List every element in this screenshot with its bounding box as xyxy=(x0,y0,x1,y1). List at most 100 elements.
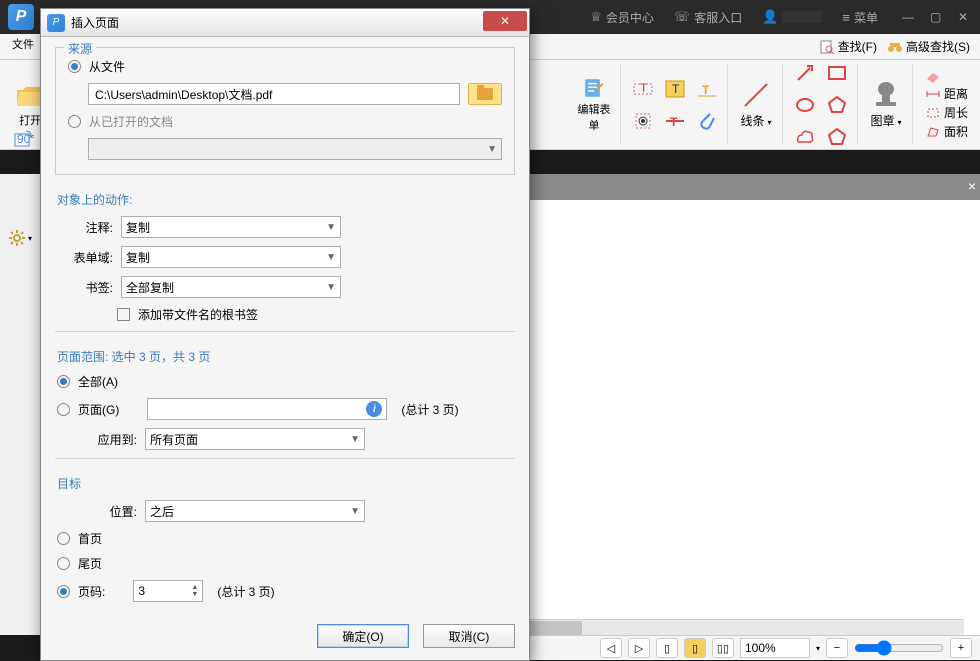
position-select[interactable]: 之后▼ xyxy=(145,500,365,522)
eraser-icon xyxy=(925,69,941,83)
page-number-spinner[interactable]: 3 ▲▼ xyxy=(133,580,203,602)
from-open-label: 从已打开的文档 xyxy=(89,113,173,130)
cancel-button[interactable]: 取消(C) xyxy=(423,624,515,648)
perimeter-icon xyxy=(925,106,941,120)
chevron-down-icon: ▼ xyxy=(326,252,336,263)
page-layout-single[interactable]: ▯ xyxy=(656,638,678,658)
rotate-icon[interactable]: 90° xyxy=(12,128,34,150)
close-button[interactable]: ✕ xyxy=(958,10,972,24)
from-file-label: 从文件 xyxy=(89,58,125,75)
app-logo-icon: P xyxy=(8,4,34,30)
paperclip-icon xyxy=(696,110,718,132)
chevron-down-icon: ▾ xyxy=(898,118,902,127)
perimeter-label: 周长 xyxy=(944,104,968,121)
prev-page-button[interactable]: ◁ xyxy=(600,638,622,658)
from-file-radio[interactable] xyxy=(68,60,81,73)
ellipse-tool[interactable] xyxy=(791,91,819,119)
zoom-in-button[interactable]: + xyxy=(950,638,972,658)
stamp-tool[interactable]: 图章 ▾ xyxy=(866,77,906,133)
all-pages-radio[interactable] xyxy=(57,375,70,388)
file-menu-label[interactable]: 文件 xyxy=(12,36,34,52)
file-path-input[interactable] xyxy=(88,83,460,105)
spinner-up-icon[interactable]: ▲ xyxy=(191,584,198,591)
zoom-slider[interactable] xyxy=(854,640,944,656)
dialog-title-bar[interactable]: P 插入页面 ✕ xyxy=(41,9,529,37)
ok-button[interactable]: 确定(O) xyxy=(317,624,409,648)
member-center-link[interactable]: ♕会员中心 xyxy=(580,9,664,26)
zoom-out-button[interactable]: − xyxy=(826,638,848,658)
first-page-radio[interactable] xyxy=(57,532,70,545)
bookmark-action-value: 全部复制 xyxy=(126,279,174,296)
cloud-tool[interactable] xyxy=(791,123,819,151)
bookmark-action-select[interactable]: 全部复制▼ xyxy=(121,276,341,298)
specific-pages-radio[interactable] xyxy=(57,403,70,416)
text-box-tool[interactable]: T xyxy=(661,75,689,103)
total-pages-note-2: (总计 3 页) xyxy=(217,583,274,600)
attachment-tool[interactable] xyxy=(693,107,721,135)
edit-form-label: 编辑表单 xyxy=(574,101,614,133)
apply-to-value: 所有页面 xyxy=(150,431,198,448)
chevron-down-icon: ▼ xyxy=(326,222,336,233)
folder-icon xyxy=(477,88,493,100)
area-label: 面积 xyxy=(944,123,968,140)
distance-tool[interactable]: 距离 xyxy=(925,85,968,102)
specific-pages-label: 页面(G) xyxy=(78,401,119,418)
maximize-button[interactable]: ▢ xyxy=(930,10,944,24)
text-field-tool[interactable]: T xyxy=(629,75,657,103)
panel-close-button[interactable]: × xyxy=(968,178,976,194)
form-action-select[interactable]: 复制▼ xyxy=(121,246,341,268)
next-page-button[interactable]: ▷ xyxy=(628,638,650,658)
dialog-close-button[interactable]: ✕ xyxy=(483,11,527,31)
page-layout-continuous[interactable]: ▯ xyxy=(684,638,706,658)
adv-find-label: 高级查找(S) xyxy=(906,38,970,55)
support-link[interactable]: ☏客服入口 xyxy=(664,9,752,26)
annotation-action-select[interactable]: 复制▼ xyxy=(121,216,341,238)
target-section: 目标 位置:之后▼ 首页 尾页 页码: 3 ▲▼ (总计 3 页) xyxy=(55,469,515,608)
lines-tool[interactable]: 线条 ▾ xyxy=(736,77,776,133)
browse-button[interactable] xyxy=(468,83,502,105)
user-link[interactable]: 👤 xyxy=(752,9,832,25)
eraser-tool[interactable] xyxy=(925,69,968,83)
source-section: 来源 从文件 从已打开的文档 ▼ xyxy=(55,47,515,175)
hamburger-menu[interactable]: ≡菜单 xyxy=(832,9,888,26)
add-root-bookmark-checkbox[interactable] xyxy=(117,308,130,321)
rect-tool[interactable] xyxy=(823,59,851,87)
perimeter-tool[interactable]: 周长 xyxy=(925,104,968,121)
dialog-footer: 确定(O) 取消(C) xyxy=(41,618,529,660)
page-number-radio[interactable] xyxy=(57,585,70,598)
actions-section-title: 对象上的动作: xyxy=(57,191,513,208)
spinner-down-icon[interactable]: ▼ xyxy=(191,591,198,598)
area-tool[interactable]: 面积 xyxy=(925,123,968,140)
text-box-icon: T xyxy=(664,78,686,100)
info-icon[interactable]: i xyxy=(366,401,382,417)
form-label: 表单域: xyxy=(57,249,113,266)
chevron-down-icon[interactable]: ▾ xyxy=(816,644,820,653)
text-select-tool[interactable]: T xyxy=(693,75,721,103)
distance-label: 距离 xyxy=(944,85,968,102)
area-icon xyxy=(925,125,941,139)
zoom-input[interactable] xyxy=(740,638,810,658)
apply-to-select[interactable]: 所有页面▼ xyxy=(145,428,365,450)
polygon-tool[interactable] xyxy=(823,91,851,119)
actions-section: 对象上的动作: 注释:复制▼ 表单域:复制▼ 书签:全部复制▼ 添加带文件名的根… xyxy=(55,185,515,329)
find-button[interactable]: 查找(F) xyxy=(819,38,877,55)
crown-icon: ♕ xyxy=(590,9,602,25)
from-open-radio[interactable] xyxy=(68,115,81,128)
first-page-label: 首页 xyxy=(78,530,102,547)
settings-gear[interactable]: ▾ xyxy=(0,224,40,252)
apply-to-label: 应用到: xyxy=(57,431,137,448)
arrow-tool[interactable] xyxy=(791,59,819,87)
last-page-radio[interactable] xyxy=(57,557,70,570)
radio-tool[interactable] xyxy=(629,107,657,135)
pentagon-tool[interactable] xyxy=(823,123,851,151)
minimize-button[interactable]: — xyxy=(902,10,916,24)
headset-icon: ☏ xyxy=(674,9,690,25)
advanced-find-button[interactable]: 高级查找(S) xyxy=(887,38,970,55)
strikeout-tool[interactable]: T xyxy=(661,107,689,135)
edit-form-button[interactable]: 编辑表单 xyxy=(574,77,614,133)
chevron-down-icon: ▼ xyxy=(350,506,360,517)
username-placeholder xyxy=(782,11,822,23)
chevron-down-icon: ▾ xyxy=(768,118,772,127)
stamp-label: 图章 xyxy=(870,114,894,128)
page-layout-facing[interactable]: ▯▯ xyxy=(712,638,734,658)
